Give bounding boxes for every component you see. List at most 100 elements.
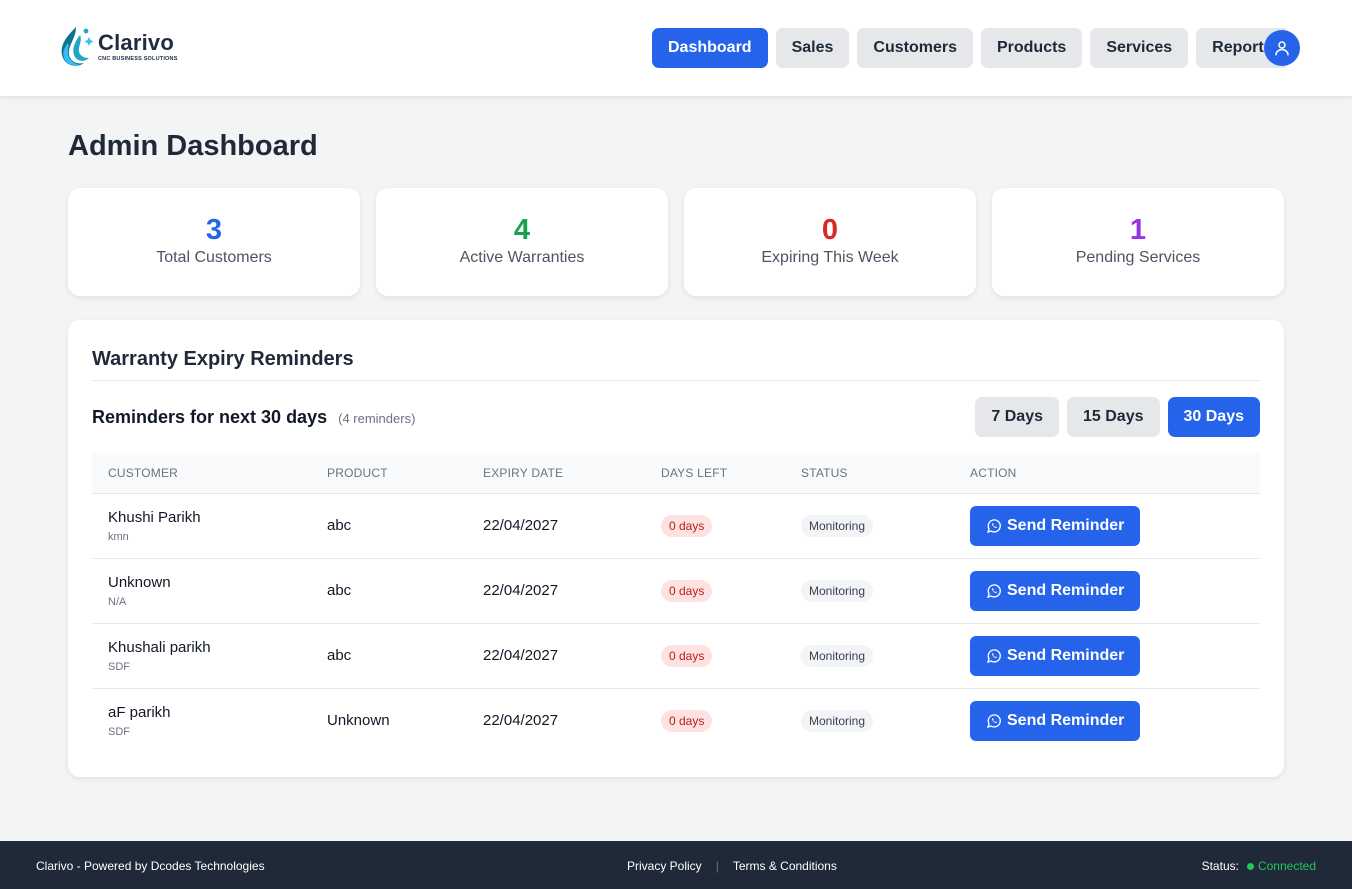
expiry-date-cell: 22/04/2027 (467, 623, 645, 689)
status-badge: Monitoring (801, 514, 874, 537)
footer-credit: Clarivo - Powered by Dcodes Technologies (36, 859, 265, 873)
product-cell: abc (311, 493, 467, 559)
expiry-date-cell: 22/04/2027 (467, 558, 645, 624)
send-reminder-label: Send Reminder (1007, 646, 1125, 664)
whatsapp-icon (986, 583, 1001, 598)
table-row: aF parikh SDF Unknown 22/04/2027 0 days … (92, 688, 1260, 753)
customer-name: Khushali parikh (108, 638, 211, 656)
status-cell: Monitoring (785, 623, 954, 689)
table-row: Unknown N/A abc 22/04/2027 0 days Monito… (92, 558, 1260, 624)
status-value: Connected (1257, 859, 1316, 873)
send-reminder-label: Send Reminder (1007, 581, 1125, 599)
nav-products-button[interactable]: Products (980, 28, 1083, 68)
send-reminder-label: Send Reminder (1007, 711, 1125, 729)
panel-title: Warranty Expiry Reminders (92, 348, 354, 370)
days-left-badge: 0 days (661, 579, 713, 602)
footer-links: Privacy Policy | Terms & Conditions (627, 859, 837, 873)
days-left-badge: 0 days (661, 709, 713, 732)
days-left-cell: 0 days (645, 493, 785, 559)
reminders-subtitle: Reminders for next 30 days (4 reminders) (92, 407, 415, 428)
send-reminder-button[interactable]: Send Reminder (970, 570, 1141, 611)
stat-card-total-customers: 3 Total Customers (68, 188, 360, 296)
days-left-badge: 0 days (661, 644, 713, 667)
table-row: Khushi Parikh kmn abc 22/04/2027 0 days … (92, 493, 1260, 559)
stat-value: 3 (205, 214, 223, 246)
status-badge: Monitoring (801, 709, 874, 732)
main-nav: Dashboard Sales Customers Products Servi… (652, 28, 1297, 68)
reminders-subtitle-text: Reminders for next 30 days (92, 407, 328, 427)
product-cell: abc (311, 558, 467, 624)
range-filter: 7 Days 15 Days 30 Days (967, 397, 1260, 437)
customer-name: Unknown (108, 573, 171, 591)
connection-status: Status: Connected (1202, 859, 1316, 873)
warranty-reminders-panel: Warranty Expiry Reminders Reminders for … (68, 320, 1284, 777)
customer-cell: aF parikh SDF (92, 688, 311, 753)
status-dot-icon (1246, 862, 1254, 870)
nav-dashboard-button[interactable]: Dashboard (652, 28, 768, 68)
privacy-policy-link[interactable]: Privacy Policy (627, 859, 702, 873)
action-cell: Send Reminder (954, 493, 1260, 559)
days-left-cell: 0 days (645, 558, 785, 624)
action-cell: Send Reminder (954, 688, 1260, 753)
customer-subtext: SDF (108, 725, 130, 738)
stat-value: 4 (513, 214, 531, 246)
days-left-cell: 0 days (645, 688, 785, 753)
brand-tagline: CNC BUSINESS SOLUTIONS (98, 56, 178, 62)
customer-cell: Khushali parikh SDF (92, 623, 311, 689)
brand-name: Clarivo (98, 30, 174, 55)
stat-card-pending-services: 1 Pending Services (992, 188, 1284, 296)
table-header-row: CUSTOMER PRODUCT EXPIRY DATE DAYS LEFT S… (92, 453, 1260, 494)
action-cell: Send Reminder (954, 623, 1260, 689)
range-7-days-button[interactable]: 7 Days (975, 397, 1059, 437)
product-cell: abc (311, 623, 467, 689)
product-cell: Unknown (327, 712, 390, 730)
status-cell: Monitoring (785, 493, 954, 559)
stat-label: Total Customers (156, 249, 272, 266)
reminders-table: CUSTOMER PRODUCT EXPIRY DATE DAYS LEFT S… (92, 453, 1260, 753)
column-header: EXPIRY DATE (467, 453, 645, 494)
customer-subtext: SDF (108, 660, 130, 673)
nav-sales-button[interactable]: Sales (775, 28, 850, 68)
nav-services-button[interactable]: Services (1090, 28, 1189, 68)
status-cell: Monitoring (785, 558, 954, 624)
customer-subtext: kmn (108, 530, 129, 543)
logo-mark-icon (61, 27, 94, 66)
action-cell: Send Reminder (954, 558, 1260, 624)
expiry-date-cell: 22/04/2027 (483, 712, 559, 730)
days-left-badge: 0 days (661, 514, 713, 537)
customer-name: aF parikh (108, 703, 171, 721)
column-header: PRODUCT (311, 453, 467, 494)
status-badge: Monitoring (801, 644, 874, 667)
stat-card-expiring-week: 0 Expiring This Week (684, 188, 976, 296)
divider (92, 380, 1260, 381)
column-header: DAYS LEFT (645, 453, 785, 494)
stat-label: Pending Services (1075, 249, 1201, 266)
whatsapp-icon (986, 518, 1001, 533)
send-reminder-button[interactable]: Send Reminder (970, 700, 1141, 741)
column-header: ACTION (954, 453, 1260, 494)
stat-card-active-warranties: 4 Active Warranties (376, 188, 668, 296)
range-30-days-button[interactable]: 30 Days (1167, 397, 1260, 437)
brand-logo[interactable]: Clarivo CNC BUSINESS SOLUTIONS (56, 22, 186, 72)
stat-value: 1 (1129, 214, 1147, 246)
nav-customers-button[interactable]: Customers (857, 28, 973, 68)
customer-cell: Unknown N/A (92, 558, 311, 624)
stat-label: Expiring This Week (761, 249, 899, 266)
status-badge: Monitoring (801, 579, 874, 602)
range-15-days-button[interactable]: 15 Days (1067, 397, 1160, 437)
send-reminder-button[interactable]: Send Reminder (970, 505, 1141, 546)
table-row: Khushali parikh SDF abc 22/04/2027 0 day… (92, 623, 1260, 689)
customer-cell: Khushi Parikh kmn (92, 493, 311, 559)
stats-row: 3 Total Customers 4 Active Warranties 0 … (68, 188, 1284, 296)
profile-button[interactable] (1264, 30, 1300, 66)
customer-subtext: N/A (108, 595, 127, 608)
stat-label: Active Warranties (459, 249, 585, 266)
status-label: Status: (1201, 859, 1239, 873)
expiry-date-cell: 22/04/2027 (467, 493, 645, 559)
whatsapp-icon (986, 648, 1001, 663)
top-header: Clarivo CNC BUSINESS SOLUTIONS Dashboard… (0, 0, 1352, 96)
terms-link[interactable]: Terms & Conditions (733, 859, 837, 873)
footer-separator: | (715, 859, 719, 873)
send-reminder-button[interactable]: Send Reminder (970, 635, 1141, 676)
send-reminder-label: Send Reminder (1007, 516, 1125, 534)
